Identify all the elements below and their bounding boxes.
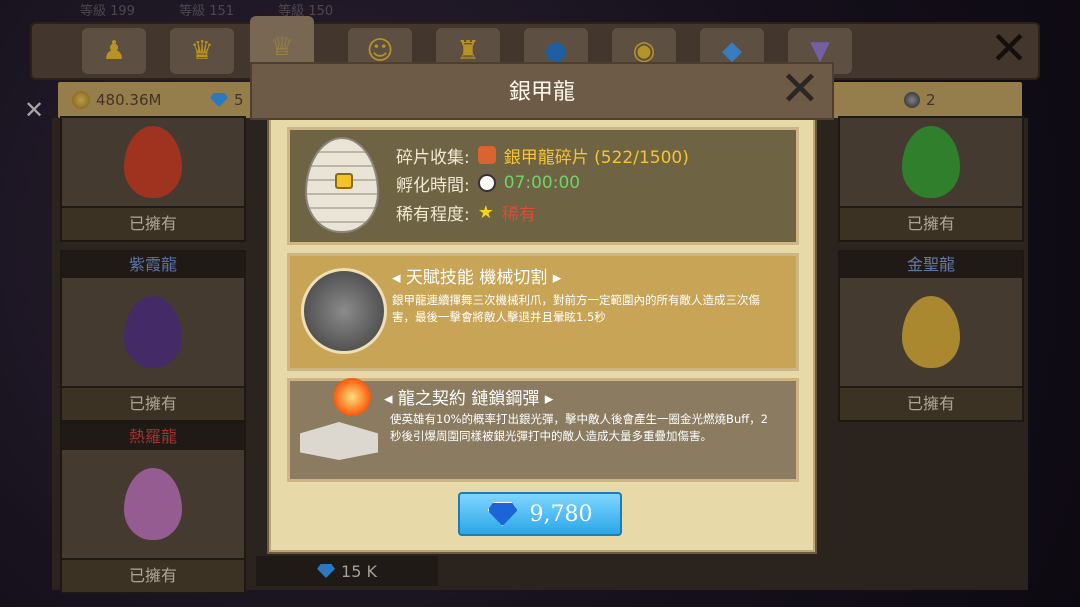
contract-description: 使英雄有10%的概率打出銀光彈，擊中敵人後會產生一圈金光燃燒Buff，2秒後引爆… [390, 412, 768, 443]
hatch-row: 孵化時間: 07:00:00 [396, 171, 581, 196]
contract-art [300, 378, 380, 464]
fragment-label: 碎片收集: [396, 147, 470, 168]
claw-skill-icon [301, 268, 387, 354]
fragment-value: 銀甲龍碎片 (522/1500) [503, 147, 689, 168]
diamond-icon [487, 502, 518, 526]
close-icon[interactable]: ✕ [778, 65, 822, 113]
star-icon: ★ [477, 201, 494, 223]
buy-price: 9,780 [529, 501, 593, 527]
hatch-label: 孵化時間: [396, 175, 470, 196]
modal-header: 銀甲龍 ✕ [250, 62, 834, 120]
fireball-icon [333, 378, 371, 416]
skill-description: 銀甲龍連續揮舞三次機械利爪，對前方一定範圍內的所有敵人造成三次傷害，最後一擊會將… [392, 293, 760, 324]
rarity-label: 稀有程度: [396, 204, 470, 225]
contract-heading: ◂ 龍之契約 鏈鎖鋼彈 ▸ [384, 389, 554, 409]
book-icon [300, 422, 378, 460]
rarity-row: 稀有程度: ★ 稀有 [396, 200, 536, 225]
buy-button[interactable]: 9,780 [458, 492, 622, 536]
fragment-row: 碎片收集: 銀甲龍碎片 (522/1500) [396, 143, 689, 168]
rarity-value: 稀有 [501, 204, 536, 225]
fragment-icon [477, 146, 496, 164]
egg-gem [335, 173, 353, 189]
clock-icon [477, 174, 496, 192]
hatch-value: 07:00:00 [503, 173, 581, 193]
modal-title: 銀甲龍 [508, 80, 575, 105]
skill-heading: ◂ 天賦技能 機械切割 ▸ [392, 268, 562, 288]
